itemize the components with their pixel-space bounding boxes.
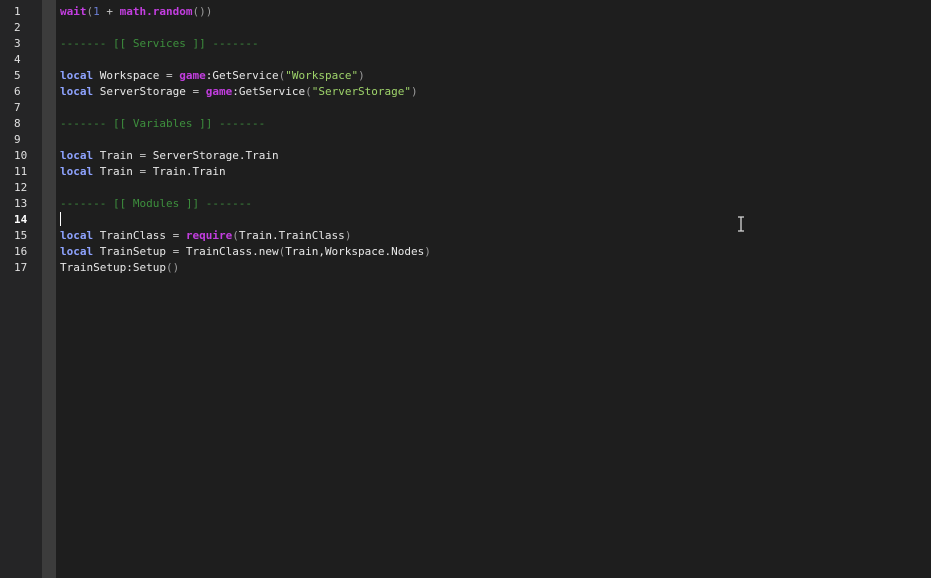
- code-line[interactable]: [60, 52, 931, 68]
- line-number: 7: [14, 101, 21, 114]
- line-number: 9: [14, 133, 21, 146]
- code-token: ------- [[ Modules ]] -------: [60, 197, 253, 210]
- code-line[interactable]: [60, 212, 931, 228]
- line-number-gutter: 1 2 3 4 5 6 7 8 9 10 11 12 13 14 15 16 17: [0, 0, 42, 578]
- line-number: 14: [14, 213, 28, 226]
- code-token: ): [358, 69, 365, 82]
- line-number: 10: [14, 149, 28, 162]
- code-token: +: [99, 5, 120, 18]
- code-line[interactable]: local Workspace = game:GetService("Works…: [60, 68, 931, 84]
- code-token: Workspace: [93, 69, 166, 82]
- code-token: ------- [[ Variables ]] -------: [60, 117, 266, 130]
- code-token: (): [165, 261, 180, 274]
- code-token: game: [205, 85, 233, 98]
- code-line[interactable]: ------- [[ Modules ]] -------: [60, 196, 931, 212]
- text-caret: [60, 212, 61, 226]
- code-token: "ServerStorage": [311, 85, 412, 98]
- code-token: TrainSetup: [93, 245, 173, 258]
- code-token: ServerStorage: [93, 85, 193, 98]
- code-token: ): [411, 85, 418, 98]
- code-token: TrainClass.new: [179, 245, 279, 258]
- code-area[interactable]: wait(1 + math.random()) ------- [[ Servic…: [60, 4, 931, 578]
- code-line[interactable]: [60, 180, 931, 196]
- code-token: Train: [93, 149, 140, 162]
- line-number: 15: [14, 229, 28, 242]
- code-token: :GetService: [232, 85, 306, 98]
- code-token: "Workspace": [285, 69, 359, 82]
- code-line[interactable]: ------- [[ Services ]] -------: [60, 36, 931, 52]
- line-number: 16: [14, 245, 28, 258]
- code-token: Train.Train: [146, 165, 226, 178]
- code-token: game: [179, 69, 206, 82]
- line-number: 17: [14, 261, 28, 274]
- code-token: ): [344, 229, 352, 242]
- code-token: :GetService: [205, 69, 279, 82]
- text-ibeam-icon: [738, 216, 744, 232]
- code-token: Train,Workspace.Nodes: [285, 245, 425, 258]
- code-token: TrainClass: [93, 229, 173, 242]
- code-token: =: [165, 69, 173, 82]
- code-token: local: [60, 85, 94, 98]
- code-token: ()): [192, 5, 213, 18]
- code-token: ): [424, 245, 431, 258]
- line-number: 2: [14, 21, 21, 34]
- line-number: 4: [14, 53, 21, 66]
- code-token: ------- [[ Services ]] -------: [60, 37, 259, 50]
- code-token: Train: [93, 165, 140, 178]
- code-token: local: [60, 69, 94, 82]
- line-number: 3: [14, 37, 21, 50]
- code-token: Train.TrainClass: [238, 229, 345, 242]
- code-token: local: [60, 229, 94, 242]
- line-number: 11: [14, 165, 28, 178]
- code-token: wait: [60, 5, 87, 18]
- code-line[interactable]: local ServerStorage = game:GetService("S…: [60, 84, 931, 100]
- fold-margin: [42, 0, 56, 578]
- code-line[interactable]: wait(1 + math.random()): [60, 4, 931, 20]
- code-token: local: [60, 149, 94, 162]
- code-line[interactable]: [60, 100, 931, 116]
- code-line[interactable]: [60, 20, 931, 36]
- code-token: ServerStorage.Train: [146, 149, 279, 162]
- code-token: 1: [93, 5, 100, 18]
- code-token: (: [305, 85, 312, 98]
- code-line[interactable]: local Train = Train.Train: [60, 164, 931, 180]
- line-number: 5: [14, 69, 21, 82]
- code-line[interactable]: ------- [[ Variables ]] -------: [60, 116, 931, 132]
- script-editor[interactable]: 1 2 3 4 5 6 7 8 9 10 11 12 13 14 15 16 17 wait(1 + math.…: [0, 0, 931, 578]
- code-token: local: [60, 165, 94, 178]
- line-number: 6: [14, 85, 21, 98]
- line-number: 13: [14, 197, 28, 210]
- code-line[interactable]: local TrainClass = require(Train.TrainCl…: [60, 228, 931, 244]
- code-token: math.random: [119, 5, 193, 18]
- line-number: 8: [14, 117, 21, 130]
- code-token: TrainSetup:Setup: [60, 261, 166, 274]
- code-token: (: [232, 229, 239, 242]
- line-number: 1: [14, 5, 21, 18]
- line-number: 12: [14, 181, 28, 194]
- code-line[interactable]: [60, 132, 931, 148]
- code-token: require: [185, 229, 233, 242]
- code-line[interactable]: TrainSetup:Setup(): [60, 260, 931, 276]
- code-line[interactable]: local Train = ServerStorage.Train: [60, 148, 931, 164]
- code-line[interactable]: local TrainSetup = TrainClass.new(Train,…: [60, 244, 931, 260]
- code-token: local: [60, 245, 94, 258]
